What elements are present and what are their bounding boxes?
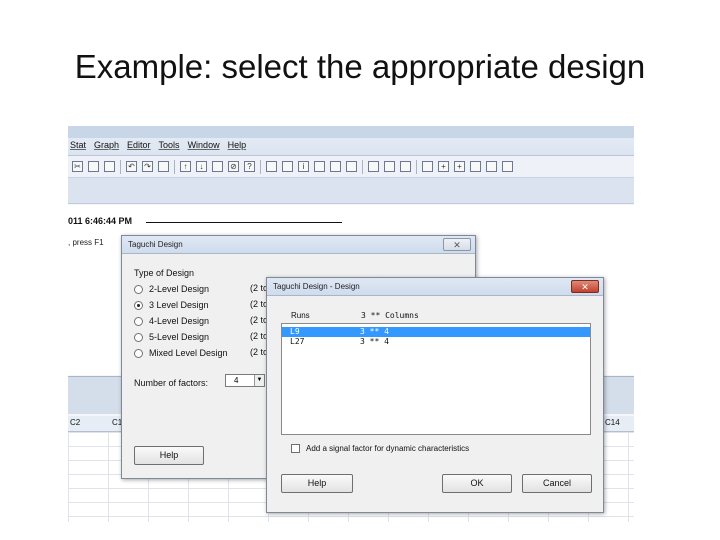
undo-icon[interactable]: ↶ [126,161,137,172]
radio-button-icon [134,332,143,342]
radio-button-icon [134,316,143,326]
ok-button[interactable]: OK [442,474,512,493]
menu-stat[interactable]: Stat [70,140,86,150]
report-icon[interactable] [346,161,357,172]
grid-icon[interactable] [368,161,379,172]
radio-button-icon [134,348,143,358]
radio-button-icon [134,284,143,294]
history-icon[interactable] [314,161,325,172]
session-divider [146,222,342,223]
dialog-title: Taguchi Design - Design [273,282,360,291]
find-icon[interactable] [212,161,223,172]
menu-graph[interactable]: Graph [94,140,119,150]
column-c14[interactable]: C14 [605,418,620,427]
help-icon[interactable]: ? [244,161,255,172]
taguchi-design-design-dialog: Taguchi Design - Design ✕ Runs 3 ** Colu… [266,277,604,513]
checkbox-icon [291,444,300,453]
cancel-button[interactable]: Cancel [522,474,592,493]
session-header [68,178,634,204]
edit-icon[interactable] [470,161,481,172]
slide-title: Example: select the appropriate design [74,48,646,85]
design-type-label: Type of Design [134,268,195,278]
design-listbox[interactable]: L9 3 ** 4 L27 3 ** 4 [281,323,591,435]
copy-icon[interactable] [88,161,99,172]
menu-tools[interactable]: Tools [159,140,180,150]
down-arrow-icon[interactable]: ↓ [196,161,207,172]
menu-editor[interactable]: Editor [127,140,151,150]
close-icon[interactable]: ✕ [443,238,471,251]
radio-mixed-level[interactable]: Mixed Level Design [134,346,228,360]
link-icon[interactable] [502,161,513,172]
info-icon[interactable]: i [298,161,309,172]
help-button[interactable]: Help [134,446,204,465]
columns-header: 3 ** Columns [361,311,419,320]
chart-icon[interactable] [400,161,411,172]
radio-button-selected-icon [134,300,143,310]
graph-folder-icon[interactable] [330,161,341,172]
factors-label: Number of factors: [134,378,209,388]
table-icon[interactable] [158,161,169,172]
menu-list: Stat Graph Editor Tools Window Help [70,140,246,150]
list-item-l9[interactable]: L9 3 ** 4 [282,327,590,337]
radio-3-level[interactable]: 3 Level Design [134,298,209,312]
pen-icon[interactable] [486,161,497,172]
menu-help[interactable]: Help [228,140,247,150]
dialog-titlebar: Taguchi Design - Design ✕ [267,278,603,296]
session-hint: , press F1 [68,238,104,247]
session-timestamp: 011 6:46:44 PM [68,216,133,226]
list-item-l27[interactable]: L27 3 ** 4 [282,337,590,347]
radio-4-level[interactable]: 4-Level Design [134,314,209,328]
cancel-icon[interactable]: ⊘ [228,161,239,172]
chevron-down-icon: ▼ [254,375,264,386]
signal-factor-checkbox[interactable]: Add a signal factor for dynamic characte… [291,444,469,453]
worksheet-icon[interactable] [282,161,293,172]
radio-2-level[interactable]: 2-Level Design [134,282,209,296]
crosshair-icon[interactable]: + [454,161,465,172]
dialog-titlebar: Taguchi Design ✕ [122,236,475,254]
session-icon[interactable] [266,161,277,172]
close-icon[interactable]: ✕ [571,280,599,293]
redo-icon[interactable]: ↷ [142,161,153,172]
menu-window[interactable]: Window [188,140,220,150]
column-c2[interactable]: C2 [70,418,80,427]
radio-5-level[interactable]: 5-Level Design [134,330,209,344]
plus-icon[interactable]: + [438,161,449,172]
paste-icon[interactable] [104,161,115,172]
list-icon[interactable] [384,161,395,172]
menu-bar: Stat Graph Editor Tools Window Help [68,126,634,156]
brush-icon[interactable] [422,161,433,172]
help-button[interactable]: Help [281,474,353,493]
cut-icon[interactable]: ✂ [72,161,83,172]
runs-header: Runs [291,311,310,320]
dialog-title: Taguchi Design [128,240,183,249]
up-arrow-icon[interactable]: ↑ [180,161,191,172]
factors-dropdown[interactable]: 4 ▼ [225,374,265,387]
toolbar: ✂ ↶ ↷ ↑ ↓ ⊘ ? i + + [68,156,634,178]
